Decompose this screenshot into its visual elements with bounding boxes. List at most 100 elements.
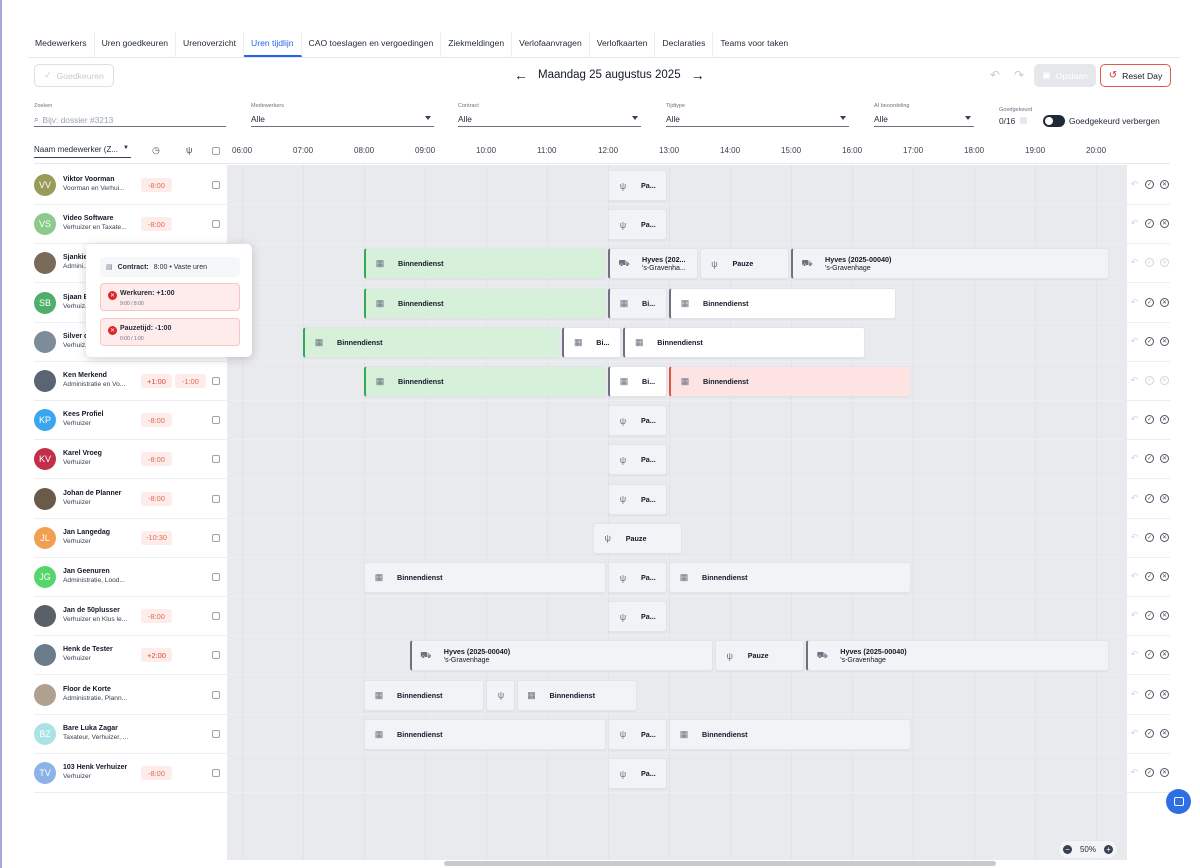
reject-icon[interactable]: ✕ — [1160, 532, 1169, 542]
zoom-in-icon[interactable]: + — [1103, 845, 1113, 854]
work-block[interactable]: ▦ Binnendienst — [364, 366, 606, 397]
work-block[interactable]: ▦ Binnendienst — [623, 326, 866, 358]
reject-icon[interactable]: ✕ — [1160, 650, 1169, 660]
approve-icon[interactable]: ✓ — [1145, 297, 1154, 307]
employee-name[interactable]: Bare Luka Zagar — [63, 725, 118, 732]
pause-block[interactable]: ψ Pauze — [592, 522, 683, 554]
pause-block[interactable]: ψ Pa... — [608, 601, 667, 633]
work-block[interactable]: ⛟ Hyves (2025-00040)'s-Gravenhage — [806, 640, 1110, 672]
row-checkbox[interactable] — [212, 455, 220, 464]
work-block[interactable]: ▦ Binnendienst — [669, 718, 911, 750]
row-checkbox[interactable] — [212, 573, 220, 581]
undo-icon[interactable]: ↶ — [1130, 610, 1139, 620]
pause-block[interactable]: ψ Pa... — [608, 209, 667, 241]
avatar[interactable] — [34, 683, 56, 706]
avatar[interactable]: JL — [34, 526, 56, 549]
work-block[interactable]: ▦ Binnendienst — [516, 679, 637, 711]
work-block[interactable]: ⛟ Hyves (2025-00040)'s-Gravenhage — [791, 248, 1110, 280]
chat-button[interactable] — [1166, 789, 1191, 814]
undo-icon[interactable]: ↶ — [1130, 649, 1139, 659]
tab-urenoverzicht[interactable]: Urenoverzicht — [176, 32, 245, 57]
employee-name[interactable]: Kees Profiel — [63, 411, 103, 418]
reject-icon[interactable]: ✕ — [1160, 611, 1169, 621]
undo-icon[interactable]: ↶ — [1130, 257, 1139, 267]
tab-cao-toeslagen-en-vergoedingen[interactable]: CAO toeslagen en vergoedingen — [302, 32, 442, 57]
avatar[interactable] — [34, 370, 56, 392]
approve-icon[interactable]: ✓ — [1145, 376, 1154, 385]
reject-icon[interactable]: ✕ — [1160, 297, 1169, 307]
row-checkbox[interactable] — [212, 769, 220, 777]
work-block[interactable]: ▦ Bi... — [608, 366, 667, 397]
work-block[interactable]: ▦ Binnendienst — [364, 287, 606, 319]
row-checkbox[interactable] — [212, 377, 220, 385]
employee-name[interactable]: Jan Langedag — [63, 529, 110, 536]
horizontal-scrollbar[interactable] — [444, 861, 996, 866]
work-block[interactable]: ▦ Binnendienst — [669, 287, 896, 319]
row-checkbox[interactable] — [212, 690, 220, 699]
work-block[interactable]: ▦ Binnendienst — [303, 326, 561, 358]
row-checkbox[interactable] — [212, 220, 220, 229]
pause-block[interactable]: ψ Pa... — [608, 483, 667, 515]
reject-icon[interactable]: ✕ — [1160, 415, 1169, 425]
employee-name[interactable]: Ken Merkend — [63, 372, 107, 379]
approve-icon[interactable]: ✓ — [1145, 532, 1154, 542]
reject-icon[interactable]: ✕ — [1160, 180, 1169, 189]
undo-icon[interactable]: ↶ — [1130, 179, 1139, 189]
hide-approved-toggle[interactable] — [1043, 115, 1065, 127]
next-day-arrow-icon[interactable]: → — [691, 67, 705, 83]
row-checkbox[interactable] — [212, 651, 220, 660]
row-checkbox[interactable] — [212, 181, 220, 189]
avatar[interactable]: BZ — [34, 722, 56, 745]
employee-name[interactable]: Viktor Voorman — [63, 176, 114, 183]
tab-teams-voor-taken[interactable]: Teams voor taken — [713, 32, 795, 57]
work-block[interactable]: ⛟ Hyves (2025-00040)'s-Gravenhage — [409, 640, 713, 672]
sort-name-select[interactable]: Naam medewerker (Z... ▼ — [34, 145, 131, 158]
employee-name[interactable]: Floor de Korte — [63, 686, 111, 693]
timetype-filter-select[interactable]: Alle — [666, 113, 849, 127]
undo-icon[interactable]: ↶ — [1130, 571, 1139, 581]
tab-ziekmeldingen[interactable]: Ziekmeldingen — [441, 32, 513, 57]
work-block[interactable]: ▦ Bi... — [562, 326, 622, 358]
employee-name[interactable]: Johan de Planner — [63, 490, 121, 497]
tab-medewerkers[interactable]: Medewerkers — [28, 32, 95, 57]
reject-icon[interactable]: ✕ — [1160, 219, 1169, 229]
undo-icon[interactable]: ↶ — [990, 68, 1000, 82]
approved-checkbox[interactable] — [1020, 117, 1027, 124]
pause-block[interactable]: ψ Pa... — [608, 562, 667, 593]
avatar[interactable]: JG — [34, 566, 56, 588]
pause-block[interactable]: ψ Pa... — [608, 758, 667, 789]
employee-name[interactable]: Video Software — [63, 215, 113, 222]
avatar[interactable] — [34, 487, 56, 510]
reject-icon[interactable]: ✕ — [1160, 572, 1169, 581]
tab-uren-tijdlijn[interactable]: Uren tijdlijn — [244, 32, 302, 57]
row-checkbox[interactable] — [212, 533, 220, 542]
approve-icon[interactable]: ✓ — [1145, 493, 1154, 503]
avatar[interactable]: TV — [34, 762, 56, 784]
employees-filter-select[interactable]: Alle — [251, 113, 434, 127]
zoom-out-icon[interactable]: − — [1063, 845, 1072, 854]
pause-block[interactable]: ψ — [486, 679, 515, 711]
tab-verlofkaarten[interactable]: Verlofkaarten — [590, 32, 656, 57]
avatar[interactable]: SB — [34, 291, 56, 314]
reject-icon[interactable]: ✕ — [1160, 689, 1169, 699]
approve-icon[interactable]: ✓ — [1145, 454, 1154, 464]
approve-icon[interactable]: ✓ — [1145, 611, 1154, 621]
prev-day-arrow-icon[interactable]: ← — [514, 67, 528, 83]
reject-icon[interactable]: ✕ — [1160, 454, 1169, 464]
pause-block[interactable]: ψ Pauze — [699, 248, 789, 280]
undo-icon[interactable]: ↶ — [1130, 493, 1139, 503]
reject-icon[interactable]: ✕ — [1160, 493, 1169, 503]
approve-icon[interactable]: ✓ — [1145, 258, 1154, 268]
reset-day-button[interactable]: ↺ Reset Day — [1100, 64, 1171, 87]
row-checkbox[interactable] — [212, 729, 220, 738]
pause-block[interactable]: ψ Pa... — [608, 170, 667, 201]
undo-icon[interactable]: ↶ — [1130, 728, 1139, 738]
row-checkbox[interactable] — [212, 612, 220, 621]
work-block[interactable]: ▦ Binnendienst — [364, 248, 606, 280]
undo-icon[interactable]: ↶ — [1130, 375, 1139, 385]
select-all-checkbox[interactable] — [212, 147, 220, 155]
employee-name[interactable]: Silver d — [63, 333, 88, 340]
work-block[interactable]: ▦ Binnendienst — [669, 366, 911, 397]
employee-name[interactable]: Jan Geenuren — [63, 568, 110, 575]
undo-icon[interactable]: ↶ — [1130, 336, 1139, 346]
